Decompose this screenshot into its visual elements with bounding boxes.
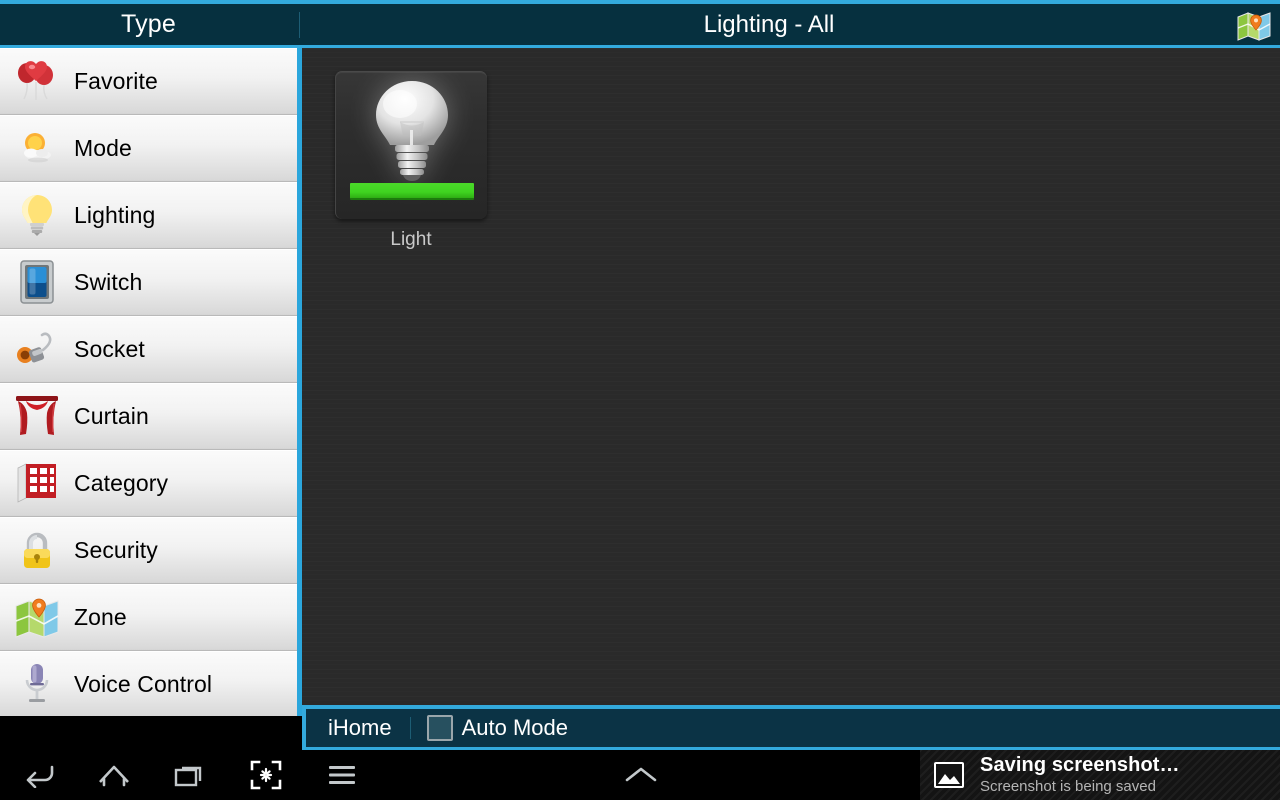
toast-title: Saving screenshot… xyxy=(980,754,1180,777)
screenshot-toast[interactable]: Saving screenshot… Screenshot is being s… xyxy=(920,750,1280,800)
sidebar-item-switch[interactable]: Switch xyxy=(0,249,297,316)
home-icon[interactable] xyxy=(76,750,152,800)
sidebar-item-security[interactable]: Security xyxy=(0,517,297,584)
menu-icon[interactable] xyxy=(304,750,380,800)
sidebar-item-favorite[interactable]: Favorite xyxy=(0,48,297,115)
sidebar-item-zone[interactable]: Zone xyxy=(0,584,297,651)
sidebar-item-label: Switch xyxy=(74,268,143,295)
lightbulb-icon xyxy=(0,182,74,248)
page-title-text: Lighting - All xyxy=(703,10,835,38)
device-status-bar xyxy=(350,183,474,200)
balloons-icon xyxy=(0,48,74,114)
sidebar-item-label: Curtain xyxy=(74,402,149,429)
back-icon[interactable] xyxy=(0,750,76,800)
bottom-bar-divider xyxy=(409,717,411,739)
type-column-header: Type xyxy=(0,4,297,45)
sidebar-item-label: Favorite xyxy=(74,67,158,94)
sidebar-item-label: Category xyxy=(74,469,169,496)
sidebar-item-category[interactable]: Category xyxy=(0,450,297,517)
sidebar-item-label: Zone xyxy=(74,603,127,630)
sun-cloud-icon xyxy=(0,115,74,181)
auto-mode-checkbox[interactable] xyxy=(426,715,453,741)
bottom-left-filler xyxy=(0,716,302,750)
socket-plug-icon xyxy=(0,316,74,382)
sidebar-item-voice-control[interactable]: Voice Control xyxy=(0,651,297,716)
device-grid-panel: Light xyxy=(302,48,1280,705)
map-icon[interactable] xyxy=(1234,8,1274,44)
auto-mode-label: Auto Mode xyxy=(461,715,568,740)
screenshot-icon[interactable] xyxy=(228,750,304,800)
chevron-up-icon[interactable] xyxy=(605,750,677,800)
sidebar-item-label: Socket xyxy=(74,335,145,362)
sidebar-item-mode[interactable]: Mode xyxy=(0,115,297,182)
recents-icon[interactable] xyxy=(152,750,228,800)
image-icon xyxy=(934,762,964,788)
nav-button-group xyxy=(0,750,920,800)
toast-subtitle: Screenshot is being saved xyxy=(980,777,1156,795)
lightbulb-icon xyxy=(364,78,460,195)
sidebar-item-label: Mode xyxy=(74,134,132,161)
app-name-label: iHome xyxy=(328,715,392,740)
sidebar-item-label: Security xyxy=(74,536,158,563)
sidebar-type-list[interactable]: Favorite Mode Lighting Switch Socket Cur… xyxy=(0,48,297,716)
top-header-bar: Type Lighting - All xyxy=(0,0,1280,48)
category-grid-icon xyxy=(0,450,74,516)
padlock-icon xyxy=(0,517,74,583)
device-tile-light[interactable]: Light xyxy=(335,71,487,251)
toast-text: Saving screenshot… Screenshot is being s… xyxy=(980,754,1180,795)
sidebar-item-label: Lighting xyxy=(74,201,156,228)
page-title: Lighting - All xyxy=(300,4,1280,45)
sidebar-item-lighting[interactable]: Lighting xyxy=(0,182,297,249)
device-tile-box[interactable] xyxy=(335,71,487,219)
sidebar-item-curtain[interactable]: Curtain xyxy=(0,383,297,450)
sidebar-item-socket[interactable]: Socket xyxy=(0,316,297,383)
switch-icon xyxy=(0,249,74,315)
map-pin-icon xyxy=(0,584,74,650)
device-grid: Light xyxy=(302,48,1280,251)
sidebar-item-label: Voice Control xyxy=(74,670,213,697)
type-label: Type xyxy=(121,10,176,38)
device-tile-label: Light xyxy=(390,229,432,250)
curtain-icon xyxy=(0,383,74,449)
app-root: Type Lighting - All Favorite Mode Lighti… xyxy=(0,0,1280,800)
bottom-app-bar: iHome Auto Mode xyxy=(302,705,1280,750)
microphone-icon xyxy=(0,651,74,716)
